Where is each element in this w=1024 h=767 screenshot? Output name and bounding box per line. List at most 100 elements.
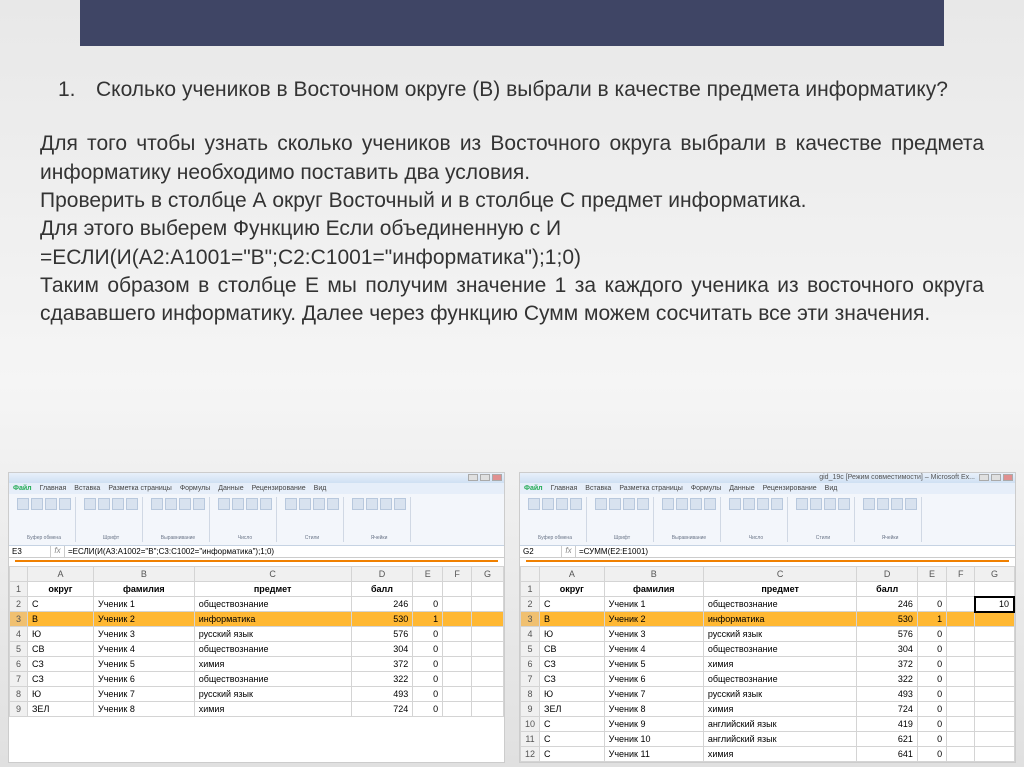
cell[interactable]: русский язык [194, 687, 351, 702]
table-row[interactable]: 5СВУченик 4обществознание3040 [10, 642, 504, 657]
cell[interactable] [975, 747, 1014, 762]
ribbon-button[interactable] [17, 498, 29, 510]
row-number[interactable]: 6 [521, 657, 540, 672]
cell[interactable]: СВ [28, 642, 94, 657]
cell[interactable]: 576 [857, 627, 917, 642]
ribbon-tab[interactable]: Главная [551, 485, 578, 492]
cell[interactable]: 0 [917, 672, 946, 687]
ribbon-button[interactable] [232, 498, 244, 510]
cell[interactable] [975, 687, 1014, 702]
cell[interactable]: 493 [351, 687, 413, 702]
cell[interactable] [975, 642, 1014, 657]
spreadsheet-grid[interactable]: ABCDEFG1округфамилияпредметбалл2СУченик … [520, 566, 1015, 762]
row-number[interactable]: 1 [10, 582, 28, 597]
cell[interactable]: ЗЕЛ [28, 702, 94, 717]
cell[interactable]: Ученик 9 [604, 717, 703, 732]
cell[interactable]: 0 [413, 702, 443, 717]
cell[interactable]: 0 [413, 657, 443, 672]
cell[interactable]: химия [703, 657, 857, 672]
ribbon-tab[interactable]: Вид [314, 485, 327, 492]
cell[interactable] [947, 717, 975, 732]
ribbon-button[interactable] [260, 498, 272, 510]
header-cell[interactable]: фамилия [604, 582, 703, 597]
ribbon-tab[interactable]: Файл [524, 485, 543, 492]
table-row[interactable]: 7СЗУченик 6обществознание3220 [521, 672, 1015, 687]
cell[interactable]: 0 [413, 597, 443, 612]
name-box[interactable]: G2 [520, 546, 562, 557]
cell[interactable]: 10 [975, 597, 1014, 612]
cell[interactable] [947, 687, 975, 702]
ribbon-button[interactable] [528, 498, 540, 510]
cell[interactable]: 0 [413, 672, 443, 687]
cell[interactable] [472, 657, 504, 672]
cell[interactable]: Ю [540, 687, 605, 702]
column-header[interactable]: A [28, 567, 94, 582]
cell[interactable]: Ученик 10 [604, 732, 703, 747]
cell[interactable]: 530 [351, 612, 413, 627]
ribbon-button[interactable] [570, 498, 582, 510]
cell[interactable]: Ученик 3 [604, 627, 703, 642]
cell[interactable]: С [540, 597, 605, 612]
row-number[interactable]: 5 [10, 642, 28, 657]
cell[interactable] [443, 597, 472, 612]
close-button[interactable] [492, 474, 502, 481]
cell[interactable]: обществознание [703, 597, 857, 612]
ribbon-button[interactable] [193, 498, 205, 510]
cell[interactable]: химия [194, 702, 351, 717]
row-number[interactable]: 7 [10, 672, 28, 687]
ribbon-button[interactable] [609, 498, 621, 510]
header-cell[interactable] [472, 582, 504, 597]
header-cell[interactable]: фамилия [93, 582, 194, 597]
ribbon-button[interactable] [246, 498, 258, 510]
cell[interactable] [947, 672, 975, 687]
cell[interactable]: обществознание [703, 642, 857, 657]
cell[interactable] [443, 657, 472, 672]
ribbon-button[interactable] [542, 498, 554, 510]
cell[interactable] [975, 612, 1014, 627]
cell[interactable] [947, 747, 975, 762]
cell[interactable]: 0 [917, 717, 946, 732]
table-row[interactable]: 3ВУченик 2информатика5301 [521, 612, 1015, 627]
cell[interactable]: СЗ [28, 657, 94, 672]
ribbon-button[interactable] [796, 498, 808, 510]
row-number[interactable]: 4 [10, 627, 28, 642]
ribbon-button[interactable] [757, 498, 769, 510]
cell[interactable]: В [28, 612, 94, 627]
row-number[interactable]: 8 [10, 687, 28, 702]
cell[interactable]: Ю [28, 687, 94, 702]
ribbon-button[interactable] [838, 498, 850, 510]
cell[interactable]: Ученик 7 [93, 687, 194, 702]
ribbon-button[interactable] [743, 498, 755, 510]
cell[interactable]: 530 [857, 612, 917, 627]
cell[interactable] [947, 642, 975, 657]
table-row[interactable]: 10СУченик 9английский язык4190 [521, 717, 1015, 732]
cell[interactable]: 372 [857, 657, 917, 672]
ribbon-button[interactable] [637, 498, 649, 510]
cell[interactable]: русский язык [703, 627, 857, 642]
cell[interactable]: Ученик 11 [604, 747, 703, 762]
cell[interactable]: 246 [857, 597, 917, 612]
cell[interactable] [443, 612, 472, 627]
cell[interactable]: английский язык [703, 717, 857, 732]
minimize-button[interactable] [979, 474, 989, 481]
header-cell[interactable] [413, 582, 443, 597]
cell[interactable]: 322 [857, 672, 917, 687]
table-row[interactable]: 8ЮУченик 7русский язык4930 [10, 687, 504, 702]
cell[interactable]: 322 [351, 672, 413, 687]
cell[interactable] [947, 702, 975, 717]
ribbon-button[interactable] [126, 498, 138, 510]
formula-input[interactable]: =СУММ(E2:E1001) [576, 546, 1015, 557]
ribbon-button[interactable] [218, 498, 230, 510]
row-number[interactable]: 2 [10, 597, 28, 612]
ribbon-tab[interactable]: Данные [218, 485, 243, 492]
cell[interactable] [443, 672, 472, 687]
cell[interactable] [947, 597, 975, 612]
ribbon-button[interactable] [45, 498, 57, 510]
ribbon-tab[interactable]: Данные [729, 485, 754, 492]
ribbon-button[interactable] [662, 498, 674, 510]
cell[interactable] [443, 687, 472, 702]
row-number[interactable]: 3 [10, 612, 28, 627]
ribbon-tab[interactable]: Файл [13, 485, 32, 492]
row-number[interactable]: 9 [10, 702, 28, 717]
row-number[interactable]: 7 [521, 672, 540, 687]
